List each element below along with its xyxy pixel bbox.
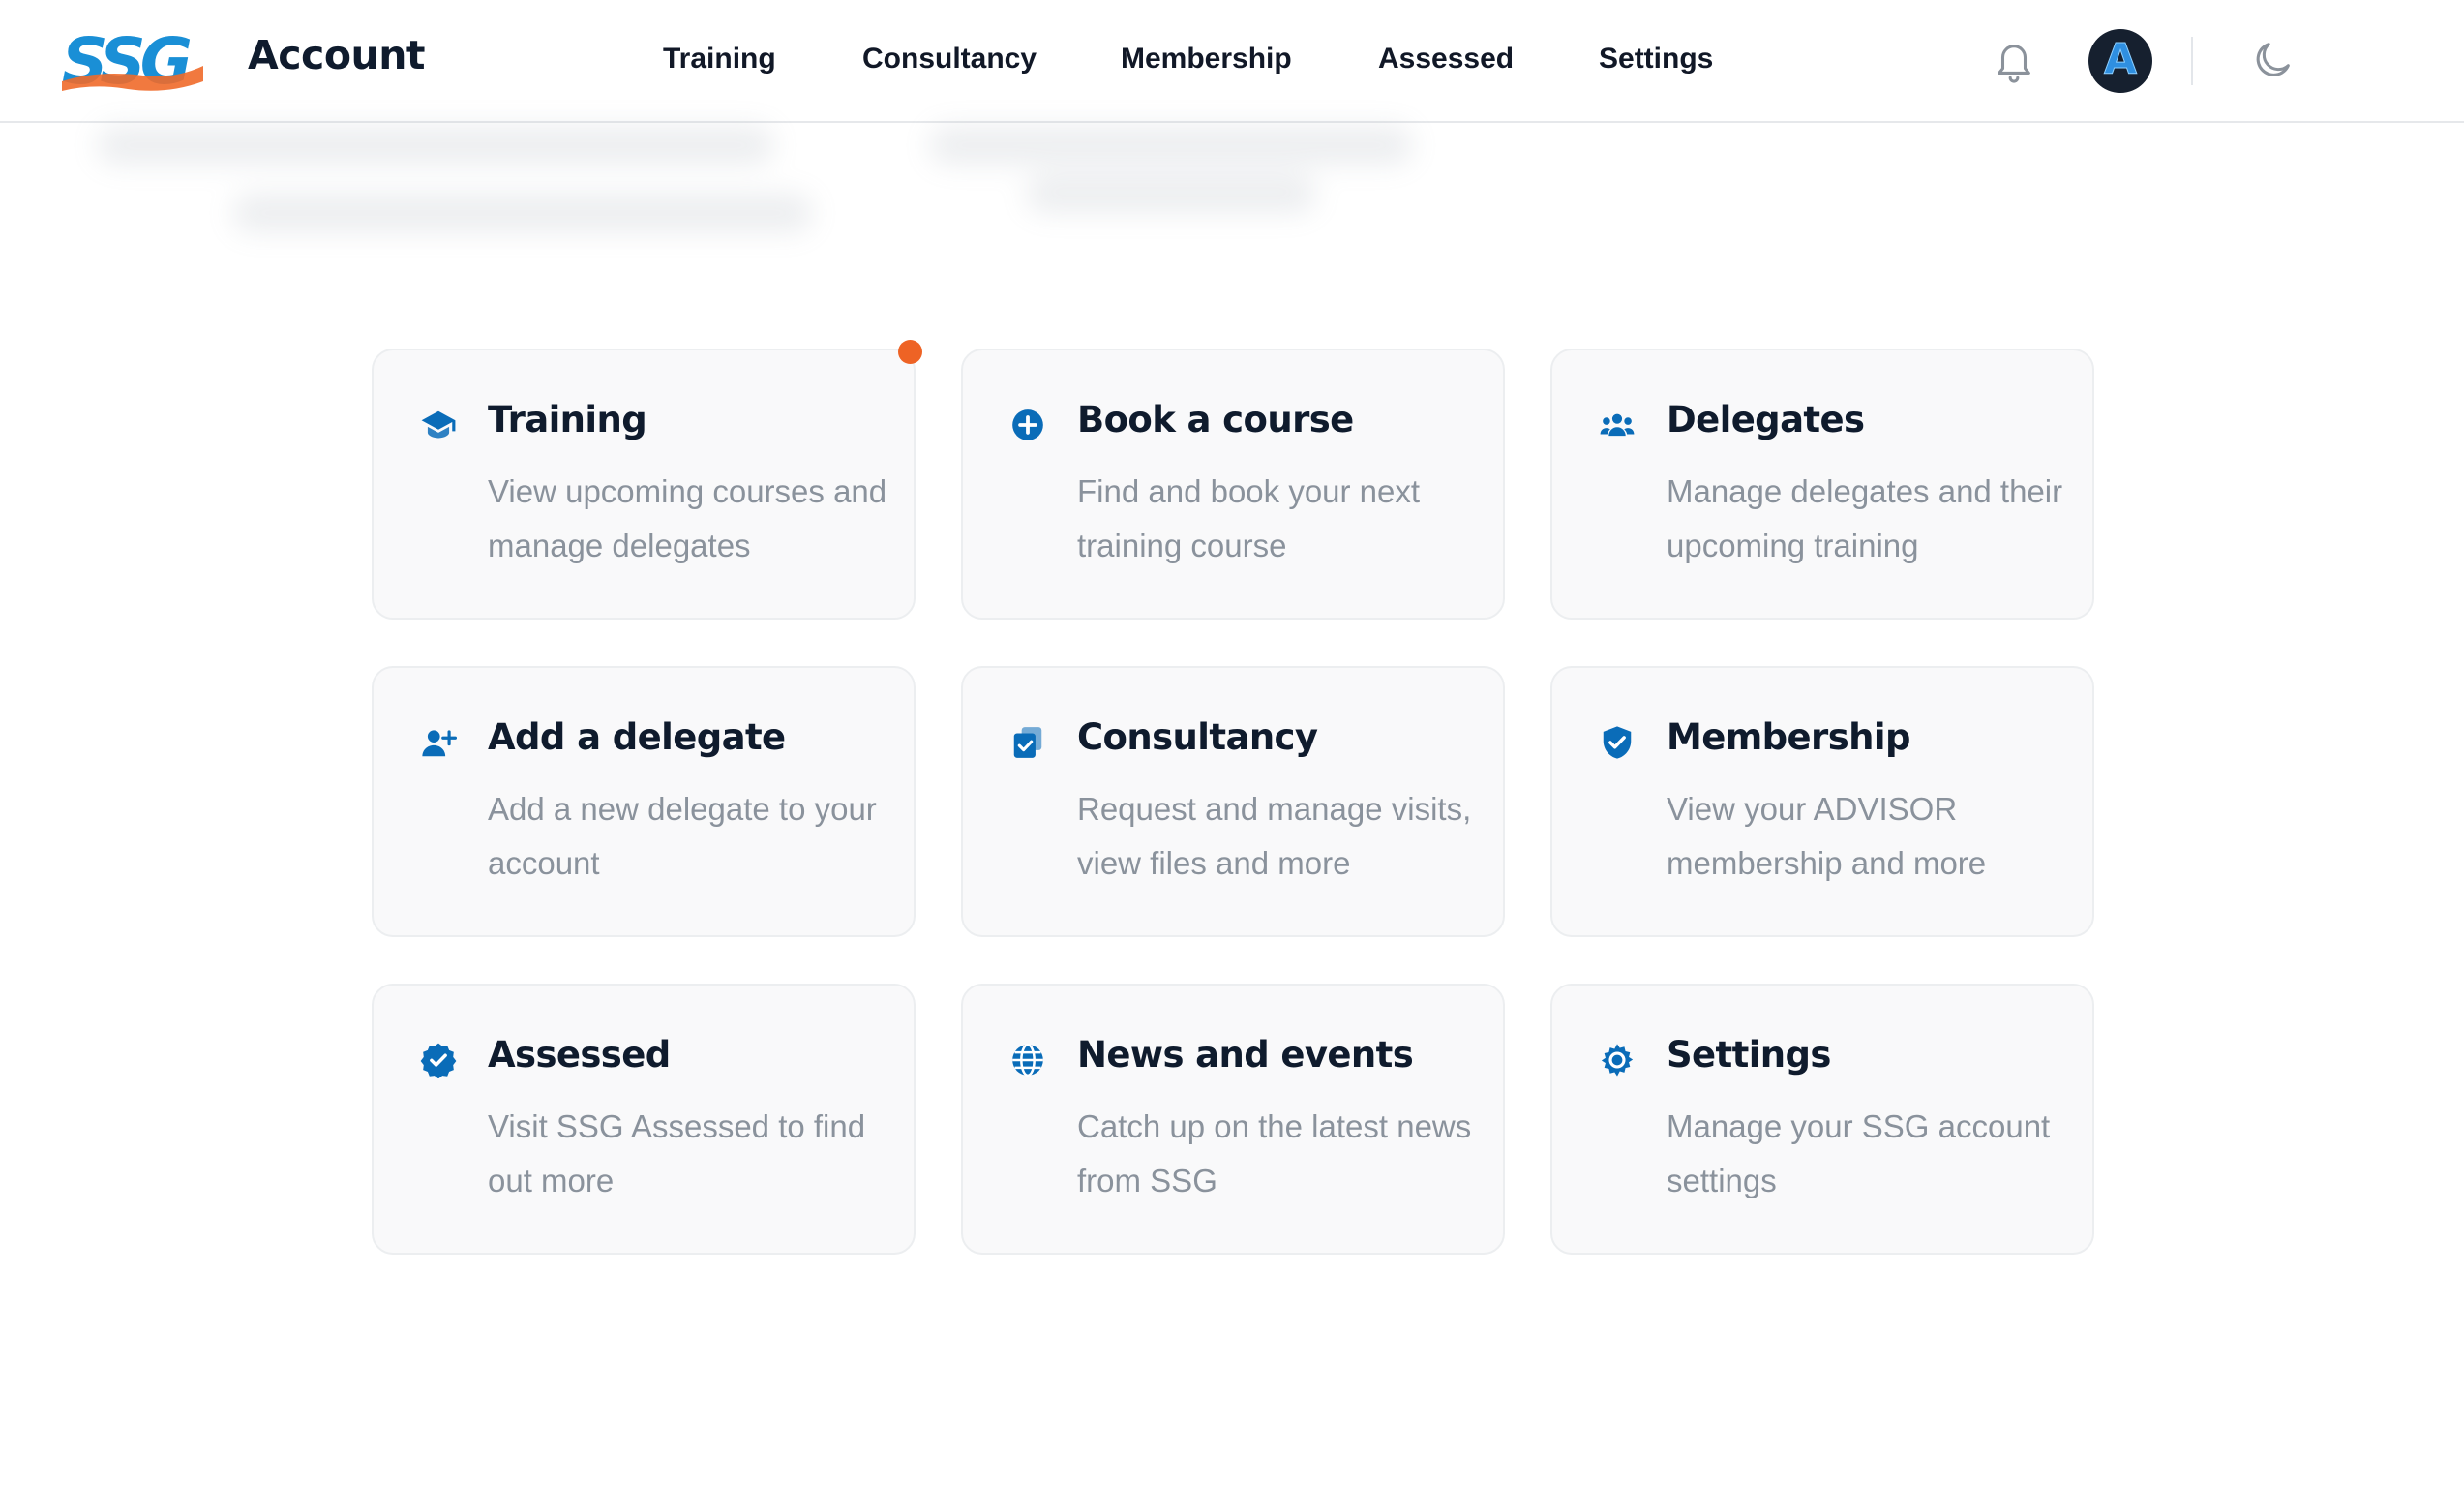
card-description: Manage delegates and their upcoming trai… <box>1667 473 2063 563</box>
card-book-a-course[interactable]: Book a course Find and book your next tr… <box>961 349 1505 620</box>
card-title: News and events <box>1077 1034 1414 1076</box>
card-membership[interactable]: Membership View your ADVISOR membership … <box>1550 666 2094 937</box>
card-title: Consultancy <box>1077 716 1318 758</box>
card-description: Add a new delegate to your account <box>488 791 877 881</box>
avatar-letter: A <box>2103 35 2138 85</box>
card-title: Membership <box>1667 716 1910 758</box>
card-add-a-delegate[interactable]: Add a delegate Add a new delegate to you… <box>372 666 916 937</box>
card-description: View upcoming courses and manage delegat… <box>488 473 887 563</box>
background-hero-blur <box>58 116 1510 261</box>
card-title: Settings <box>1667 1034 1831 1076</box>
clipboard-check-icon <box>1013 727 1042 758</box>
nav-assessed[interactable]: Assessed <box>1378 43 1514 76</box>
card-consultancy[interactable]: Consultancy Request and manage visits, v… <box>961 666 1505 937</box>
user-plus-icon <box>422 730 457 757</box>
card-assessed[interactable]: Assessed Visit SSG Assessed to find out … <box>372 984 916 1255</box>
card-description: Find and book your next training course <box>1077 473 1421 563</box>
card-title: Assessed <box>488 1034 671 1076</box>
notification-dot <box>898 340 922 364</box>
page-title: Account <box>248 32 425 78</box>
card-title: Book a course <box>1077 399 1354 440</box>
shield-check-icon <box>1603 726 1632 759</box>
nav-consultancy[interactable]: Consultancy <box>862 43 1037 76</box>
card-training[interactable]: Training View upcoming courses and manag… <box>372 349 916 620</box>
card-description: Request and manage visits, view files an… <box>1077 791 1472 881</box>
badge-check-icon <box>420 1043 457 1078</box>
card-news-and-events[interactable]: News and events Catch up on the latest n… <box>961 984 1505 1255</box>
card-description: Visit SSG Assessed to find out more <box>488 1108 866 1198</box>
nav-membership[interactable]: Membership <box>1121 43 1292 76</box>
moon-icon[interactable] <box>2251 37 2296 81</box>
card-title: Delegates <box>1667 399 1865 440</box>
card-description: Catch up on the latest news from SSG <box>1077 1108 1472 1198</box>
top-navigation-bar: SSG Account Training Consultancy Members… <box>0 0 2464 123</box>
card-title: Training <box>488 399 647 440</box>
card-settings[interactable]: Settings Manage your SSG account setting… <box>1550 984 2094 1255</box>
card-title: Add a delegate <box>488 716 786 758</box>
header-divider <box>2191 37 2193 85</box>
bell-icon[interactable] <box>1992 37 2036 85</box>
card-delegates[interactable]: Delegates Manage delegates and their upc… <box>1550 349 2094 620</box>
nav-settings[interactable]: Settings <box>1599 43 1713 76</box>
graduation-cap-icon <box>421 410 456 439</box>
plus-circle-icon <box>1012 409 1043 440</box>
card-description: Manage your SSG account settings <box>1667 1108 2051 1198</box>
users-icon <box>1600 413 1635 437</box>
avatar[interactable]: A <box>2088 29 2152 93</box>
ssg-logo[interactable]: SSG <box>60 27 205 95</box>
card-description: View your ADVISOR membership and more <box>1667 791 1987 881</box>
globe-icon <box>1012 1043 1043 1077</box>
nav-training[interactable]: Training <box>663 43 776 76</box>
gear-icon <box>1601 1044 1634 1077</box>
